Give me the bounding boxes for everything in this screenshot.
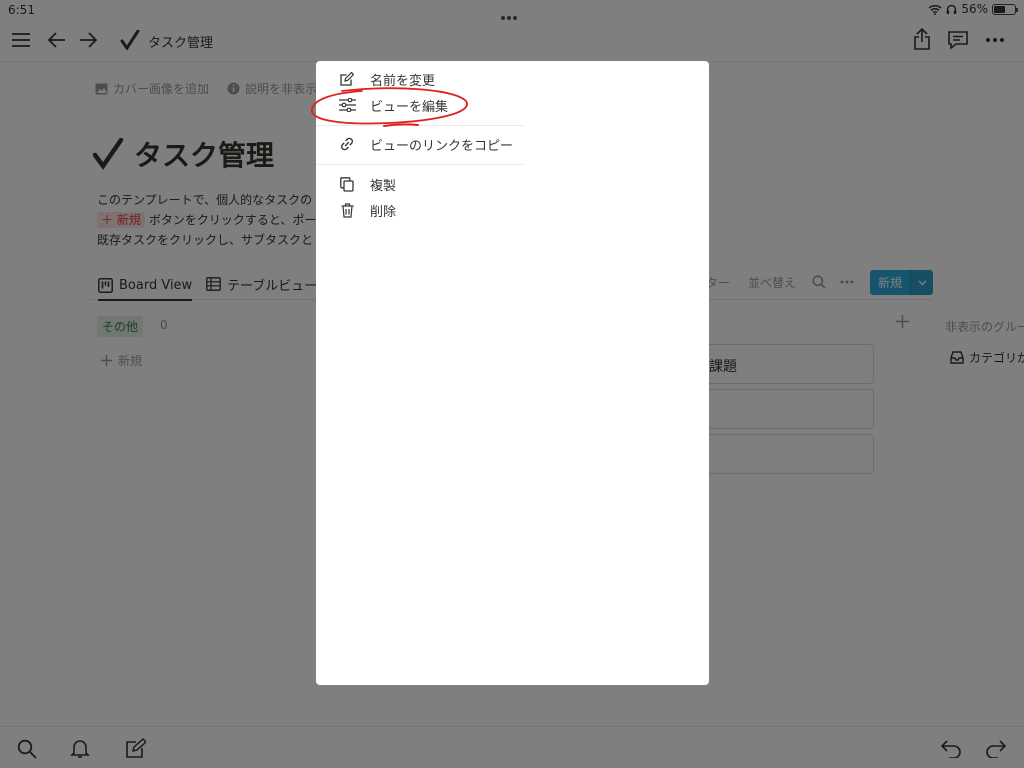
- menu-item-label: 複製: [370, 178, 397, 194]
- menu-item-delete[interactable]: 削除: [316, 197, 524, 223]
- view-options-menu: 名前を変更 ビューを編集 ビューのリンクをコピー 複製 削除: [316, 61, 709, 685]
- menu-item-label: ビューのリンクをコピー: [370, 138, 514, 154]
- annotation-circle: [304, 85, 474, 133]
- trash-icon: [337, 202, 357, 218]
- rename-icon: [337, 72, 357, 86]
- menu-item-label: 削除: [370, 204, 397, 220]
- duplicate-icon: [337, 176, 357, 192]
- menu-item-duplicate[interactable]: 複製: [316, 171, 524, 197]
- menu-item-copy-link[interactable]: ビューのリンクをコピー: [316, 131, 524, 157]
- link-icon: [337, 136, 357, 152]
- menu-divider: [316, 164, 524, 165]
